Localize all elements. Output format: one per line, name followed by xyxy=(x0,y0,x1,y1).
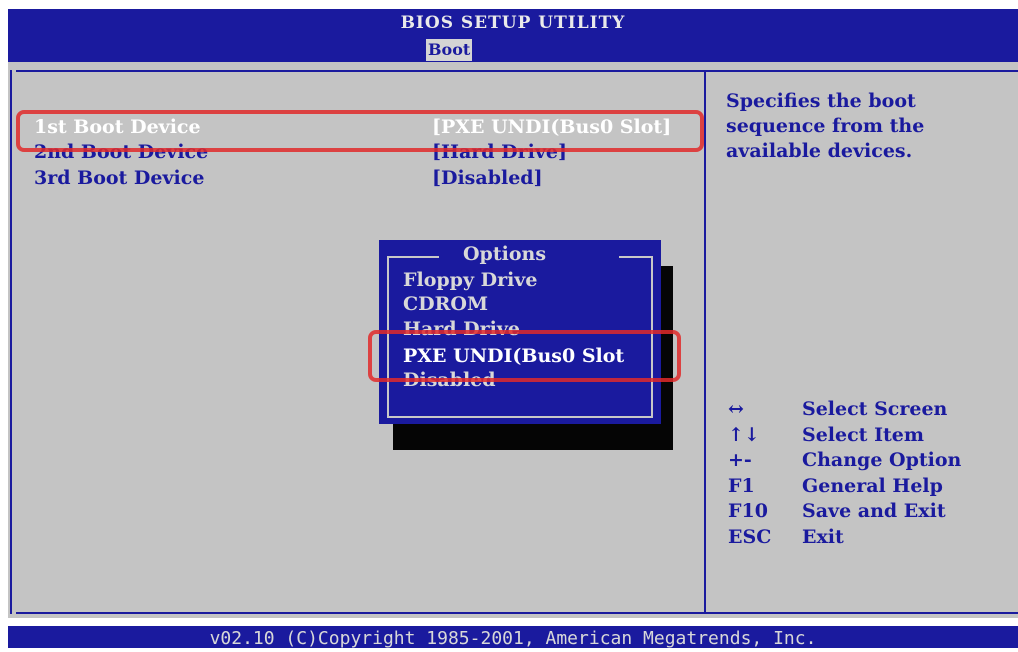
boot-device-value[interactable]: [Disabled] xyxy=(432,166,543,190)
key-description: Change Option xyxy=(802,449,962,471)
key-name: ESC xyxy=(728,525,772,548)
key-name: F1 xyxy=(728,474,755,497)
panel-divider xyxy=(704,70,706,614)
app-title: BIOS SETUP UTILITY xyxy=(400,13,626,33)
key-name: +- xyxy=(728,449,752,471)
bios-screen: BIOS SETUP UTILITY Boot 1st Boot Device … xyxy=(0,0,1018,649)
key-description: Exit xyxy=(802,525,844,548)
key-name: F10 xyxy=(728,500,768,522)
help-text: Specifies the boot sequence from the ava… xyxy=(726,90,925,162)
popup-frame-top-right xyxy=(619,256,653,258)
key-description: General Help xyxy=(802,474,943,497)
panel-border-top xyxy=(16,70,1018,72)
key-description: Select Screen xyxy=(802,398,948,420)
panel-border-bottom xyxy=(16,612,1018,614)
option-item[interactable]: Floppy Drive xyxy=(403,268,537,292)
annotation-highlight-row xyxy=(16,110,704,152)
key-description: Select Item xyxy=(802,423,924,446)
popup-frame-top-left xyxy=(387,256,439,258)
panel-border-left xyxy=(10,70,12,614)
key-name: ↔ xyxy=(728,398,744,420)
key-description: Save and Exit xyxy=(802,500,946,522)
popup-title: Options xyxy=(463,243,547,265)
boot-device-label: 3rd Boot Device xyxy=(34,167,205,189)
tab-boot[interactable]: Boot xyxy=(426,39,473,61)
footer-copyright: v02.10 (C)Copyright 1985-2001, American … xyxy=(8,626,1018,649)
annotation-highlight-option xyxy=(368,330,681,382)
header-bar: BIOS SETUP UTILITY Boot xyxy=(8,9,1018,62)
key-name: ↑↓ xyxy=(728,423,760,446)
option-item[interactable]: CDROM xyxy=(403,292,488,316)
